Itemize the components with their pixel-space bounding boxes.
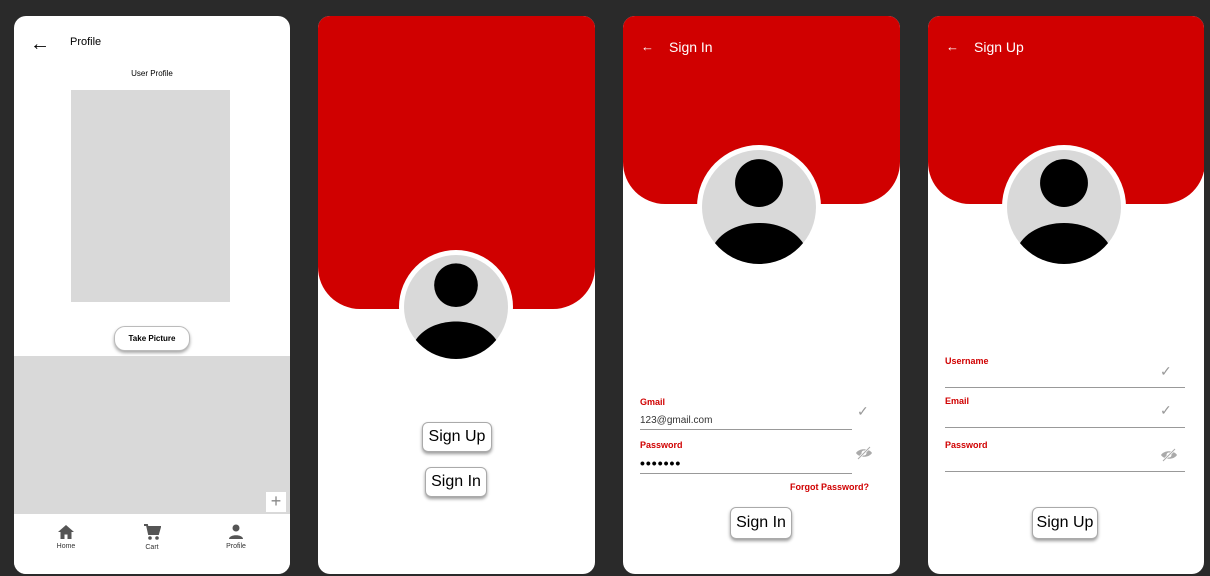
plus-icon[interactable]: +: [266, 492, 286, 512]
email-label: Email: [945, 396, 970, 406]
forgot-password-link[interactable]: Forgot Password?: [790, 482, 869, 492]
take-picture-button[interactable]: Take Picture: [114, 326, 190, 351]
password-label: Password: [945, 440, 988, 450]
gmail-label: Gmail: [640, 397, 666, 407]
sign-up-button[interactable]: Sign Up: [422, 422, 492, 452]
user-avatar-icon: [702, 150, 816, 264]
user-avatar-icon: [404, 255, 508, 359]
page-title: Sign In: [669, 39, 713, 55]
sign-up-screen: ← Sign Up Username ✓ Email ✓ Password Si…: [928, 16, 1204, 574]
welcome-screen: Sign Up Sign In: [318, 16, 595, 574]
sign-in-screen: ← Sign In Gmail 123@gmail.com ✓ Password…: [623, 16, 900, 574]
nav-item-cart[interactable]: Cart: [122, 524, 182, 551]
password-field[interactable]: [945, 471, 1185, 472]
avatar: [697, 145, 821, 269]
username-field[interactable]: [945, 387, 1185, 388]
check-icon: ✓: [857, 403, 869, 419]
check-icon: ✓: [1160, 363, 1172, 379]
bottom-nav: Home Cart Profile: [14, 514, 290, 574]
nav-label-home: Home: [56, 543, 76, 550]
nav-label-cart: Cart: [145, 544, 159, 551]
user-avatar-icon: [1007, 150, 1121, 264]
password-label: Password: [640, 440, 683, 450]
profile-photo-placeholder: [71, 90, 230, 302]
gallery-area: +: [14, 356, 290, 514]
nav-label-profile: Profile: [226, 543, 246, 550]
page-title: Sign Up: [974, 39, 1024, 55]
home-icon: [58, 525, 74, 539]
email-field[interactable]: [945, 427, 1185, 428]
profile-screen: ← Profile User Profile Take Picture + Ho…: [14, 16, 290, 574]
password-underline: [640, 473, 852, 474]
sign-in-button[interactable]: Sign In: [425, 467, 487, 497]
password-field[interactable]: •••••••: [640, 455, 681, 471]
avatar: [399, 250, 513, 364]
cart-icon: [144, 524, 161, 540]
arrow-left-icon[interactable]: ←: [641, 39, 654, 54]
arrow-left-icon[interactable]: ←: [30, 34, 50, 54]
gmail-underline: [640, 429, 852, 430]
page-title: Profile: [70, 36, 102, 48]
sign-up-button[interactable]: Sign Up: [1032, 507, 1098, 539]
gmail-field[interactable]: 123@gmail.com: [640, 415, 712, 426]
nav-item-home[interactable]: Home: [36, 524, 96, 550]
nav-item-profile[interactable]: Profile: [206, 524, 266, 550]
check-icon: ✓: [1160, 402, 1172, 418]
person-icon: [229, 524, 243, 539]
eye-off-icon[interactable]: [1160, 448, 1178, 465]
arrow-left-icon[interactable]: ←: [946, 39, 959, 54]
page-subtitle: User Profile: [131, 69, 173, 78]
username-label: Username: [945, 356, 989, 366]
avatar: [1002, 145, 1126, 269]
eye-off-icon[interactable]: [855, 446, 873, 463]
sign-in-button[interactable]: Sign In: [730, 507, 792, 539]
